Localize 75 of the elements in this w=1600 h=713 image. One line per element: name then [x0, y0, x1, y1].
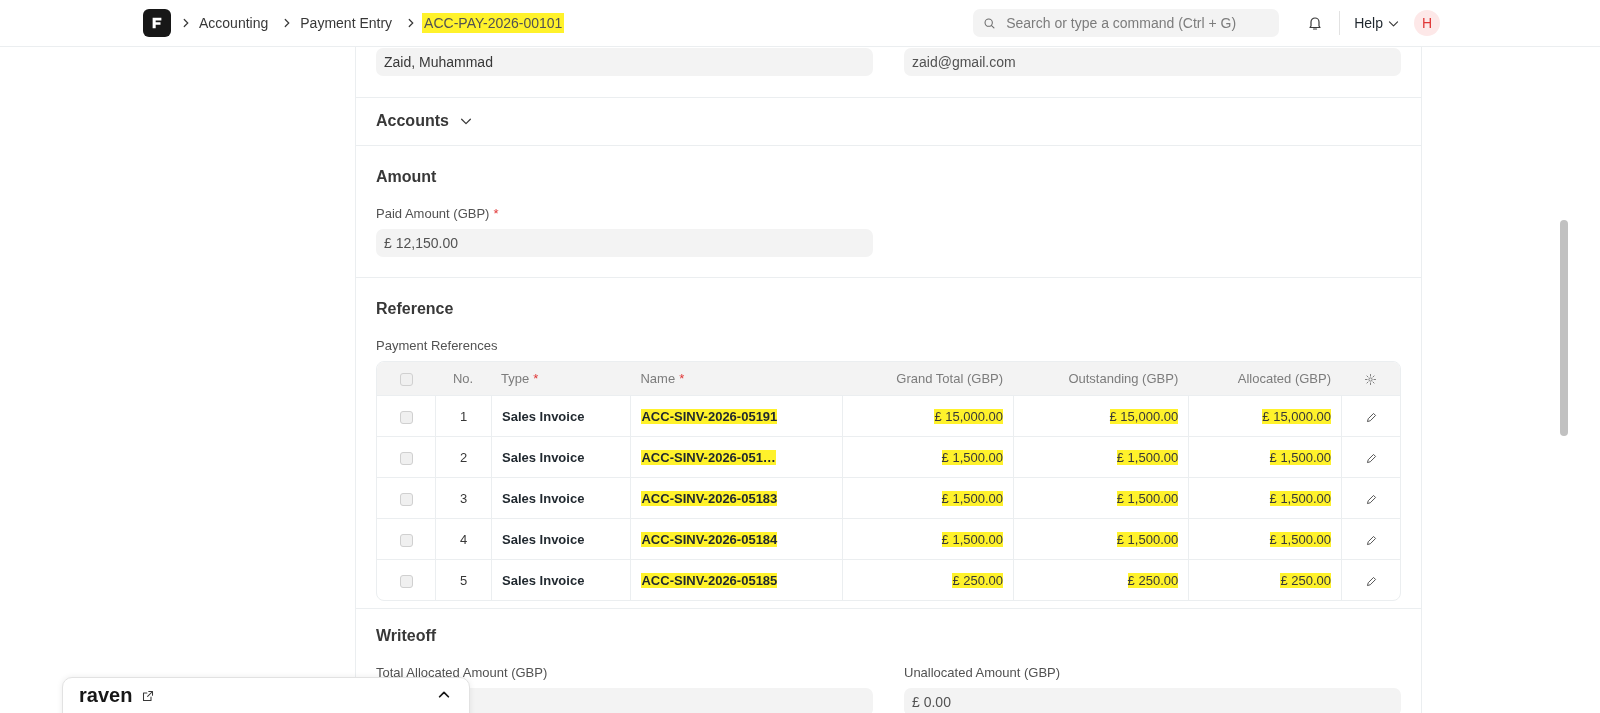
- column-header: Outstanding (GBP): [1068, 371, 1179, 386]
- external-link-icon[interactable]: [142, 690, 155, 702]
- input-field[interactable]: Zaid, Muhammad: [376, 48, 873, 76]
- table-cell: £ 1,500.00: [941, 449, 1004, 465]
- table-cell: 4: [459, 531, 468, 547]
- scrollbar-thumb[interactable]: [1560, 220, 1568, 436]
- table-cell: Sales Invoice: [502, 408, 585, 424]
- field-label: Payment References: [376, 338, 498, 353]
- table-cell: £ 1,500.00: [941, 490, 1004, 506]
- table-cell: ACC-SINV-2026-05183: [641, 490, 778, 506]
- required-mark: *: [533, 371, 539, 386]
- table-cell: £ 1,500.00: [1269, 490, 1331, 506]
- required-mark: *: [493, 206, 499, 221]
- table-cell: £ 250.00: [952, 572, 1004, 588]
- help-menu-button[interactable]: Help: [1354, 15, 1400, 31]
- search-icon: [983, 16, 997, 30]
- table-cell: 3: [459, 490, 468, 506]
- app-logo[interactable]: [143, 9, 171, 37]
- breadcrumb-link[interactable]: Accounting: [197, 13, 271, 33]
- user-avatar[interactable]: H: [1414, 10, 1440, 36]
- bell-icon[interactable]: [1307, 15, 1324, 31]
- table-cell: Sales Invoice: [502, 572, 585, 588]
- column-header: Type: [501, 371, 530, 386]
- table-cell: 5: [459, 572, 468, 588]
- column-header: No.: [452, 371, 474, 386]
- table-cell: £ 15,000.00: [1109, 408, 1179, 424]
- table-cell: £ 250.00: [1127, 572, 1179, 588]
- checkbox[interactable]: [399, 533, 413, 547]
- table-cell: £ 250.00: [1280, 572, 1331, 588]
- pencil-icon[interactable]: [1364, 533, 1378, 547]
- field-label: Total Allocated Amount (GBP): [376, 665, 548, 680]
- pencil-icon[interactable]: [1364, 492, 1378, 506]
- table-cell: Sales Invoice: [502, 449, 585, 465]
- required-mark: *: [679, 371, 685, 386]
- input-field[interactable]: £ 12,150.00: [376, 229, 873, 257]
- checkbox[interactable]: [399, 373, 413, 387]
- section-title: Writeoff: [376, 627, 438, 645]
- table-cell: 2: [459, 449, 468, 465]
- table-cell: ACC-SINV-2026-051…: [641, 449, 776, 465]
- table-cell: £ 1,500.00: [1116, 531, 1179, 547]
- column-header: Allocated (GBP): [1237, 371, 1331, 386]
- widget-title: raven: [79, 684, 133, 707]
- table-cell: £ 1,500.00: [1269, 531, 1331, 547]
- table-cell: £ 15,000.00: [934, 408, 1004, 424]
- table-cell: ACC-SINV-2026-05185: [641, 572, 778, 588]
- table-cell: £ 15,000.00: [1262, 408, 1331, 424]
- section-title: Amount: [376, 168, 438, 186]
- section-toggle[interactable]: Accounts: [376, 112, 473, 130]
- table-cell: Sales Invoice: [502, 490, 585, 506]
- checkbox[interactable]: [399, 492, 413, 506]
- checkbox[interactable]: [399, 410, 413, 424]
- pencil-icon[interactable]: [1364, 410, 1378, 424]
- section-title: Reference: [376, 300, 455, 318]
- breadcrumb-link[interactable]: Payment Entry: [298, 13, 395, 33]
- input-field[interactable]: zaid@gmail.com: [904, 48, 1401, 76]
- table-cell: £ 1,500.00: [1116, 449, 1179, 465]
- breadcrumb-link[interactable]: ACC-PAY-2026-00101: [422, 13, 565, 33]
- table-cell: £ 1,500.00: [941, 531, 1004, 547]
- table-cell: Sales Invoice: [502, 531, 585, 547]
- pencil-icon[interactable]: [1364, 451, 1378, 465]
- pencil-icon[interactable]: [1364, 574, 1378, 588]
- column-header: Grand Total (GBP): [896, 371, 1004, 386]
- search-field[interactable]: Search or type a command (Ctrl + G): [973, 9, 1280, 37]
- field-label: Paid Amount (GBP): [376, 206, 490, 221]
- field-label: Unallocated Amount (GBP): [904, 665, 1061, 680]
- logo-icon: [150, 16, 164, 30]
- settings-icon[interactable]: [1364, 373, 1377, 387]
- checkbox[interactable]: [399, 574, 413, 588]
- table-cell: £ 1,500.00: [1269, 449, 1331, 465]
- column-header: Name: [640, 371, 676, 386]
- input-field[interactable]: £ 0.00: [904, 688, 1401, 713]
- checkbox[interactable]: [399, 451, 413, 465]
- table-cell: £ 1,500.00: [1116, 490, 1179, 506]
- table-cell: 1: [459, 408, 468, 424]
- table-cell: ACC-SINV-2026-05191: [641, 408, 778, 424]
